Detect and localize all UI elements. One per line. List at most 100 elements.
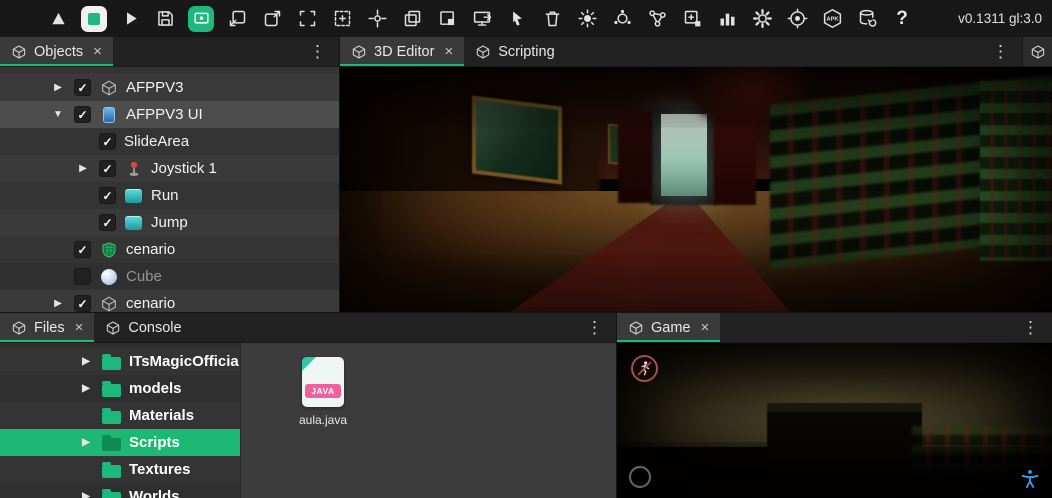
display-cast-icon[interactable] <box>470 6 494 32</box>
expand-icon[interactable]: ▶ <box>50 82 66 93</box>
file-grid[interactable]: JAVA aula.java <box>240 343 616 498</box>
tree-row-run[interactable]: ✓ Run <box>0 182 339 209</box>
trash-icon[interactable] <box>540 6 564 32</box>
folder-row-models[interactable]: ▶ models <box>0 375 240 402</box>
close-icon[interactable]: × <box>444 43 453 60</box>
close-icon[interactable]: × <box>75 319 84 336</box>
file-name: aula.java <box>299 413 347 427</box>
game-menu-icon[interactable]: ⋮ <box>1009 313 1052 342</box>
joystick-icon <box>124 159 143 178</box>
move-tool-icon[interactable] <box>365 6 389 32</box>
tree-label: AFPPV3 UI <box>126 106 203 123</box>
tab-console[interactable]: Console <box>94 313 192 342</box>
light-icon[interactable] <box>575 6 599 32</box>
expand-icon[interactable]: ▶ <box>75 163 91 174</box>
files-menu-icon[interactable]: ⋮ <box>573 313 616 342</box>
duplicate-icon[interactable] <box>400 6 424 32</box>
duplicate-child-icon[interactable] <box>435 6 459 32</box>
back-icon[interactable] <box>46 6 70 32</box>
visibility-checkbox[interactable]: ✓ <box>99 214 116 231</box>
tab-label: 3D Editor <box>374 44 434 60</box>
visibility-checkbox[interactable]: ✓ <box>74 79 91 96</box>
folder-label: models <box>129 380 182 397</box>
tab-scripting[interactable]: Scripting <box>464 37 565 66</box>
settings-gear-icon[interactable] <box>750 6 774 32</box>
objects-tabbar: Objects × ⋮ <box>0 37 339 67</box>
joystick-indicator[interactable] <box>629 466 651 488</box>
objects-menu-icon[interactable]: ⋮ <box>296 37 339 66</box>
folder-row-itsmagicofficial[interactable]: ▶ ITsMagicOfficia <box>0 348 240 375</box>
expand-icon[interactable]: ▶ <box>78 383 94 394</box>
database-sync-icon[interactable] <box>855 6 879 32</box>
expand-icon[interactable]: ▶ <box>78 437 94 448</box>
3d-viewport[interactable] <box>340 67 1052 312</box>
expand-icon[interactable]: ▶ <box>50 298 66 309</box>
apk-build-icon[interactable]: APK <box>820 6 844 32</box>
visibility-checkbox[interactable]: ✓ <box>74 295 91 312</box>
visibility-checkbox[interactable]: ✓ <box>74 241 91 258</box>
profiler-icon[interactable] <box>715 6 739 32</box>
toolbar: APK ? v0.1311 gl:3.0 <box>0 0 1052 37</box>
tree-row-cenario[interactable]: ✓ cenario <box>0 236 339 263</box>
expand-icon[interactable]: ▶ <box>78 491 94 498</box>
frame-import-icon[interactable] <box>225 6 249 32</box>
tab-label: Console <box>128 320 181 336</box>
gizmo-settings-icon[interactable] <box>785 6 809 32</box>
marquee-select-icon[interactable] <box>330 6 354 32</box>
tree-row-cenario-2[interactable]: ▶ ✓ cenario <box>0 290 339 312</box>
expand-icon[interactable]: ▶ <box>78 356 94 367</box>
folder-row-materials[interactable]: Materials <box>0 402 240 429</box>
frame-export-icon[interactable] <box>260 6 284 32</box>
tree-row-slidearea[interactable]: ✓ SlideArea <box>0 128 339 155</box>
game-viewport[interactable] <box>617 343 1052 498</box>
help-icon[interactable]: ? <box>890 6 914 32</box>
visibility-checkbox[interactable]: ✓ <box>99 187 116 204</box>
folder-row-textures[interactable]: Textures <box>0 456 240 483</box>
tab-files[interactable]: Files × <box>0 313 94 342</box>
java-file-icon: JAVA <box>302 357 344 407</box>
tree-row-cube[interactable]: Cube <box>0 263 339 290</box>
tree-row-afppv3-ui[interactable]: ▼ ✓ AFPPV3 UI <box>0 101 339 128</box>
tab-game[interactable]: Game × <box>617 313 720 342</box>
game-tabbar: Game × ⋮ <box>617 313 1052 343</box>
tree-row-afppv3[interactable]: ▶ ✓ AFPPV3 <box>0 74 339 101</box>
node-graph-icon[interactable] <box>645 6 669 32</box>
visibility-checkbox[interactable]: ✓ <box>99 133 116 150</box>
stop-button[interactable] <box>81 6 107 32</box>
file-item-aula-java[interactable]: JAVA aula.java <box>283 357 363 427</box>
folder-tree: ▶ ITsMagicOfficia ▶ models Mater <box>0 343 240 498</box>
play-button[interactable] <box>118 6 142 32</box>
viewport-menu-icon[interactable]: ⋮ <box>979 37 1022 66</box>
save-icon[interactable] <box>153 6 177 32</box>
orbit-camera-icon[interactable] <box>610 6 634 32</box>
tab-3d-editor[interactable]: 3D Editor × <box>340 37 464 66</box>
view-toggle-button[interactable] <box>188 6 214 32</box>
check-icon: ✓ <box>102 136 112 148</box>
frame-focus-icon[interactable] <box>295 6 319 32</box>
add-panel-icon[interactable] <box>680 6 704 32</box>
folder-row-worlds[interactable]: ▶ Worlds <box>0 483 240 498</box>
folder-row-scripts[interactable]: ▶ Scripts <box>0 429 240 456</box>
visibility-checkbox[interactable]: ✓ <box>74 106 91 123</box>
editor-app: APK ? v0.1311 gl:3.0 Objects × ⋮ ▶ <box>0 0 1052 498</box>
version-label: v0.1311 gl:3.0 <box>958 11 1042 26</box>
panel-corner-button[interactable] <box>1022 37 1052 66</box>
tree-row-joystick[interactable]: ▶ ✓ Joystick 1 <box>0 155 339 182</box>
tab-objects[interactable]: Objects × <box>0 37 113 66</box>
check-icon: ✓ <box>102 190 112 202</box>
collapse-icon[interactable]: ▼ <box>50 109 66 120</box>
cube-icon <box>1030 44 1046 60</box>
cube-icon <box>11 44 27 60</box>
cube-icon <box>105 320 121 336</box>
check-icon: ✓ <box>102 217 112 229</box>
tree-row-jump[interactable]: ✓ Jump <box>0 209 339 236</box>
close-icon[interactable]: × <box>701 319 710 336</box>
visibility-checkbox[interactable]: ✓ <box>99 160 116 177</box>
close-icon[interactable]: × <box>93 43 102 60</box>
run-toggle-button[interactable] <box>631 355 658 382</box>
accessibility-button[interactable] <box>1018 467 1042 491</box>
visibility-checkbox-unchecked[interactable] <box>74 268 91 285</box>
tree-label: AFPPV3 <box>126 79 184 96</box>
touch-tool-icon[interactable] <box>505 6 529 32</box>
folder-label: ITsMagicOfficia <box>129 353 239 370</box>
